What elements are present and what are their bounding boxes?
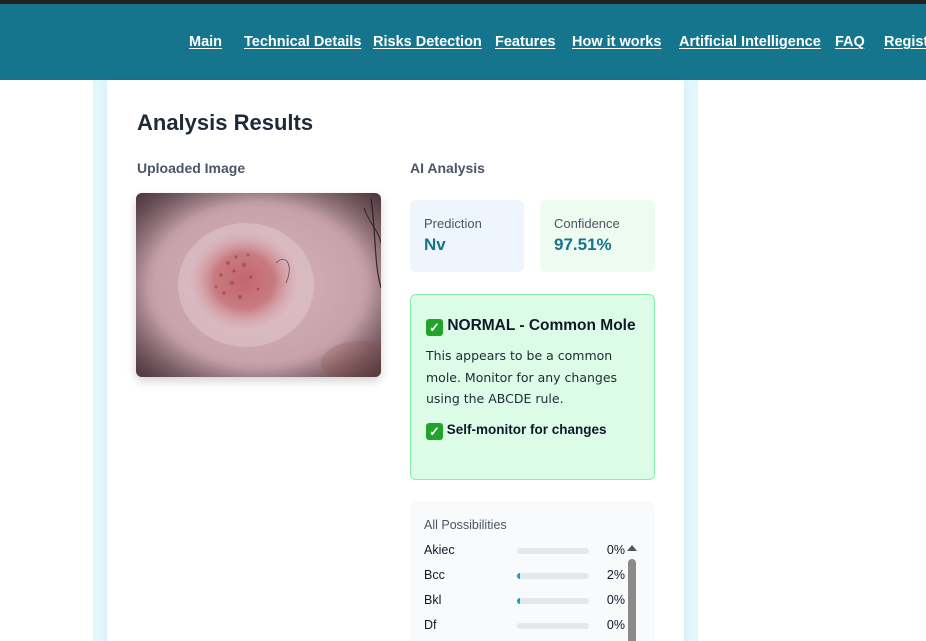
verdict-advice: ✓ Self-monitor for changes	[426, 422, 639, 440]
uploaded-lesion-image	[136, 193, 381, 377]
top-navbar: Main Technical Details Risks Detection F…	[0, 0, 926, 80]
possibility-bar	[517, 623, 589, 629]
uploaded-image-label: Uploaded Image	[137, 160, 246, 176]
verdict-title-text: NORMAL - Common Mole	[447, 317, 636, 334]
check-mark-icon: ✓	[426, 319, 443, 336]
nav-link-register[interactable]: Register	[884, 34, 926, 50]
confidence-card: Confidence 97.51%	[540, 200, 655, 272]
possibility-name: Akiec	[424, 543, 455, 557]
possibility-percent: 0%	[606, 618, 625, 632]
possibility-name: Bcc	[424, 568, 445, 582]
possibility-percent: 0%	[606, 593, 625, 607]
scrollbar-thumb[interactable]	[628, 559, 636, 641]
verdict-box: ✓ NORMAL - Common Mole This appears to b…	[410, 294, 655, 480]
prediction-card: Prediction Nv	[410, 200, 524, 272]
nav-link-artificial-intelligence[interactable]: Artificial Intelligence	[679, 34, 821, 50]
possibility-row: Bkl 0%	[424, 593, 629, 609]
possibility-bar	[517, 548, 589, 554]
possibility-percent: 0%	[606, 543, 625, 557]
nav-link-features[interactable]: Features	[495, 34, 555, 50]
possibility-row: Akiec 0%	[424, 543, 629, 559]
page-title: Analysis Results	[137, 110, 314, 135]
verdict-advice-text: Self-monitor for changes	[446, 421, 607, 437]
nav-link-main[interactable]: Main	[189, 34, 222, 50]
prediction-label: Prediction	[424, 216, 482, 231]
all-possibilities-panel[interactable]: All Possibilities Akiec 0% Bcc 2% Bkl 0%…	[410, 501, 655, 641]
ai-analysis-label: AI Analysis	[410, 160, 485, 176]
verdict-title: ✓ NORMAL - Common Mole	[426, 313, 639, 339]
nav-link-risks-detection[interactable]: Risks Detection	[373, 34, 482, 50]
possibility-name: Df	[424, 618, 437, 632]
possibility-row: Df 0%	[424, 618, 629, 634]
verdict-description: This appears to be a common mole. Monito…	[426, 348, 618, 406]
prediction-value: Nv	[424, 235, 446, 254]
confidence-label: Confidence	[554, 216, 620, 231]
all-possibilities-title: All Possibilities	[424, 518, 507, 532]
possibility-bar-fill	[517, 573, 520, 579]
possibility-bar	[517, 573, 589, 579]
possibility-bar-fill	[517, 598, 520, 604]
nav-link-how-it-works[interactable]: How it works	[572, 34, 661, 50]
nav-link-faq[interactable]: FAQ	[835, 34, 865, 50]
possibility-bar	[517, 598, 589, 604]
nav-link-technical-details[interactable]: Technical Details	[244, 34, 361, 50]
possibility-row: Bcc 2%	[424, 568, 629, 584]
scroll-up-arrow-icon[interactable]	[627, 545, 637, 551]
confidence-value: 97.51%	[554, 235, 612, 254]
possibility-name: Bkl	[424, 593, 442, 607]
check-mark-icon: ✓	[426, 422, 443, 440]
possibility-percent: 2%	[606, 568, 625, 582]
